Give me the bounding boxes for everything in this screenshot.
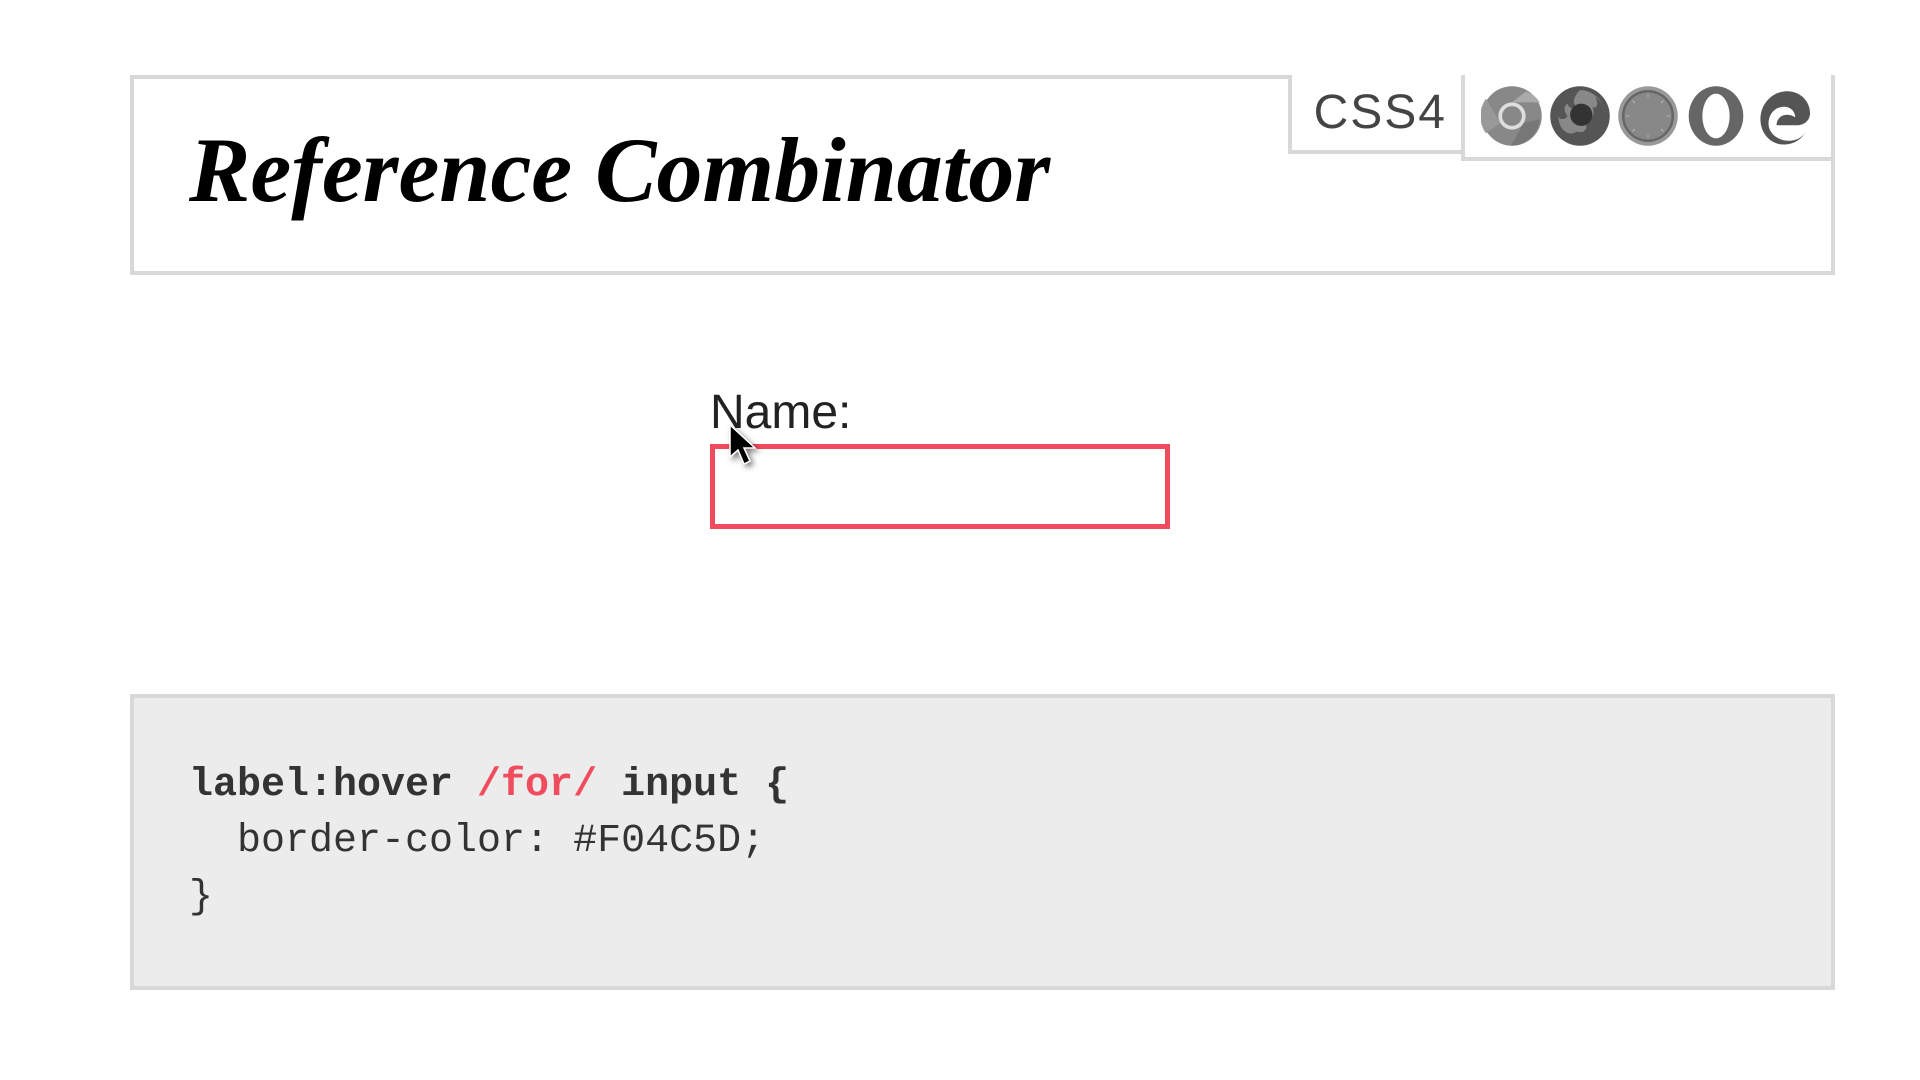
firefox-icon bbox=[1549, 85, 1611, 147]
chrome-icon bbox=[1481, 85, 1543, 147]
name-label: Name: bbox=[710, 385, 1170, 440]
code-selector-1: label:hover bbox=[189, 763, 477, 808]
css-version-badge: CSS4 bbox=[1288, 75, 1473, 154]
code-selector-2: input { bbox=[597, 763, 789, 808]
page-title: Reference Combinator bbox=[189, 117, 1050, 223]
code-line-3: } bbox=[189, 870, 1776, 926]
name-input[interactable] bbox=[710, 444, 1170, 529]
code-example: label:hover /for/ input { border-color: … bbox=[130, 694, 1835, 990]
demo-container: Name: bbox=[710, 385, 1170, 529]
safari-icon bbox=[1617, 85, 1679, 147]
header-container: Reference Combinator CSS4 bbox=[130, 75, 1835, 275]
code-combinator: /for/ bbox=[477, 763, 597, 808]
code-line-2: border-color: #F04C5D; bbox=[189, 814, 1776, 870]
opera-icon bbox=[1685, 85, 1747, 147]
browser-support-icons bbox=[1461, 75, 1835, 161]
code-line-1: label:hover /for/ input { bbox=[189, 758, 1776, 814]
edge-icon bbox=[1753, 85, 1815, 147]
